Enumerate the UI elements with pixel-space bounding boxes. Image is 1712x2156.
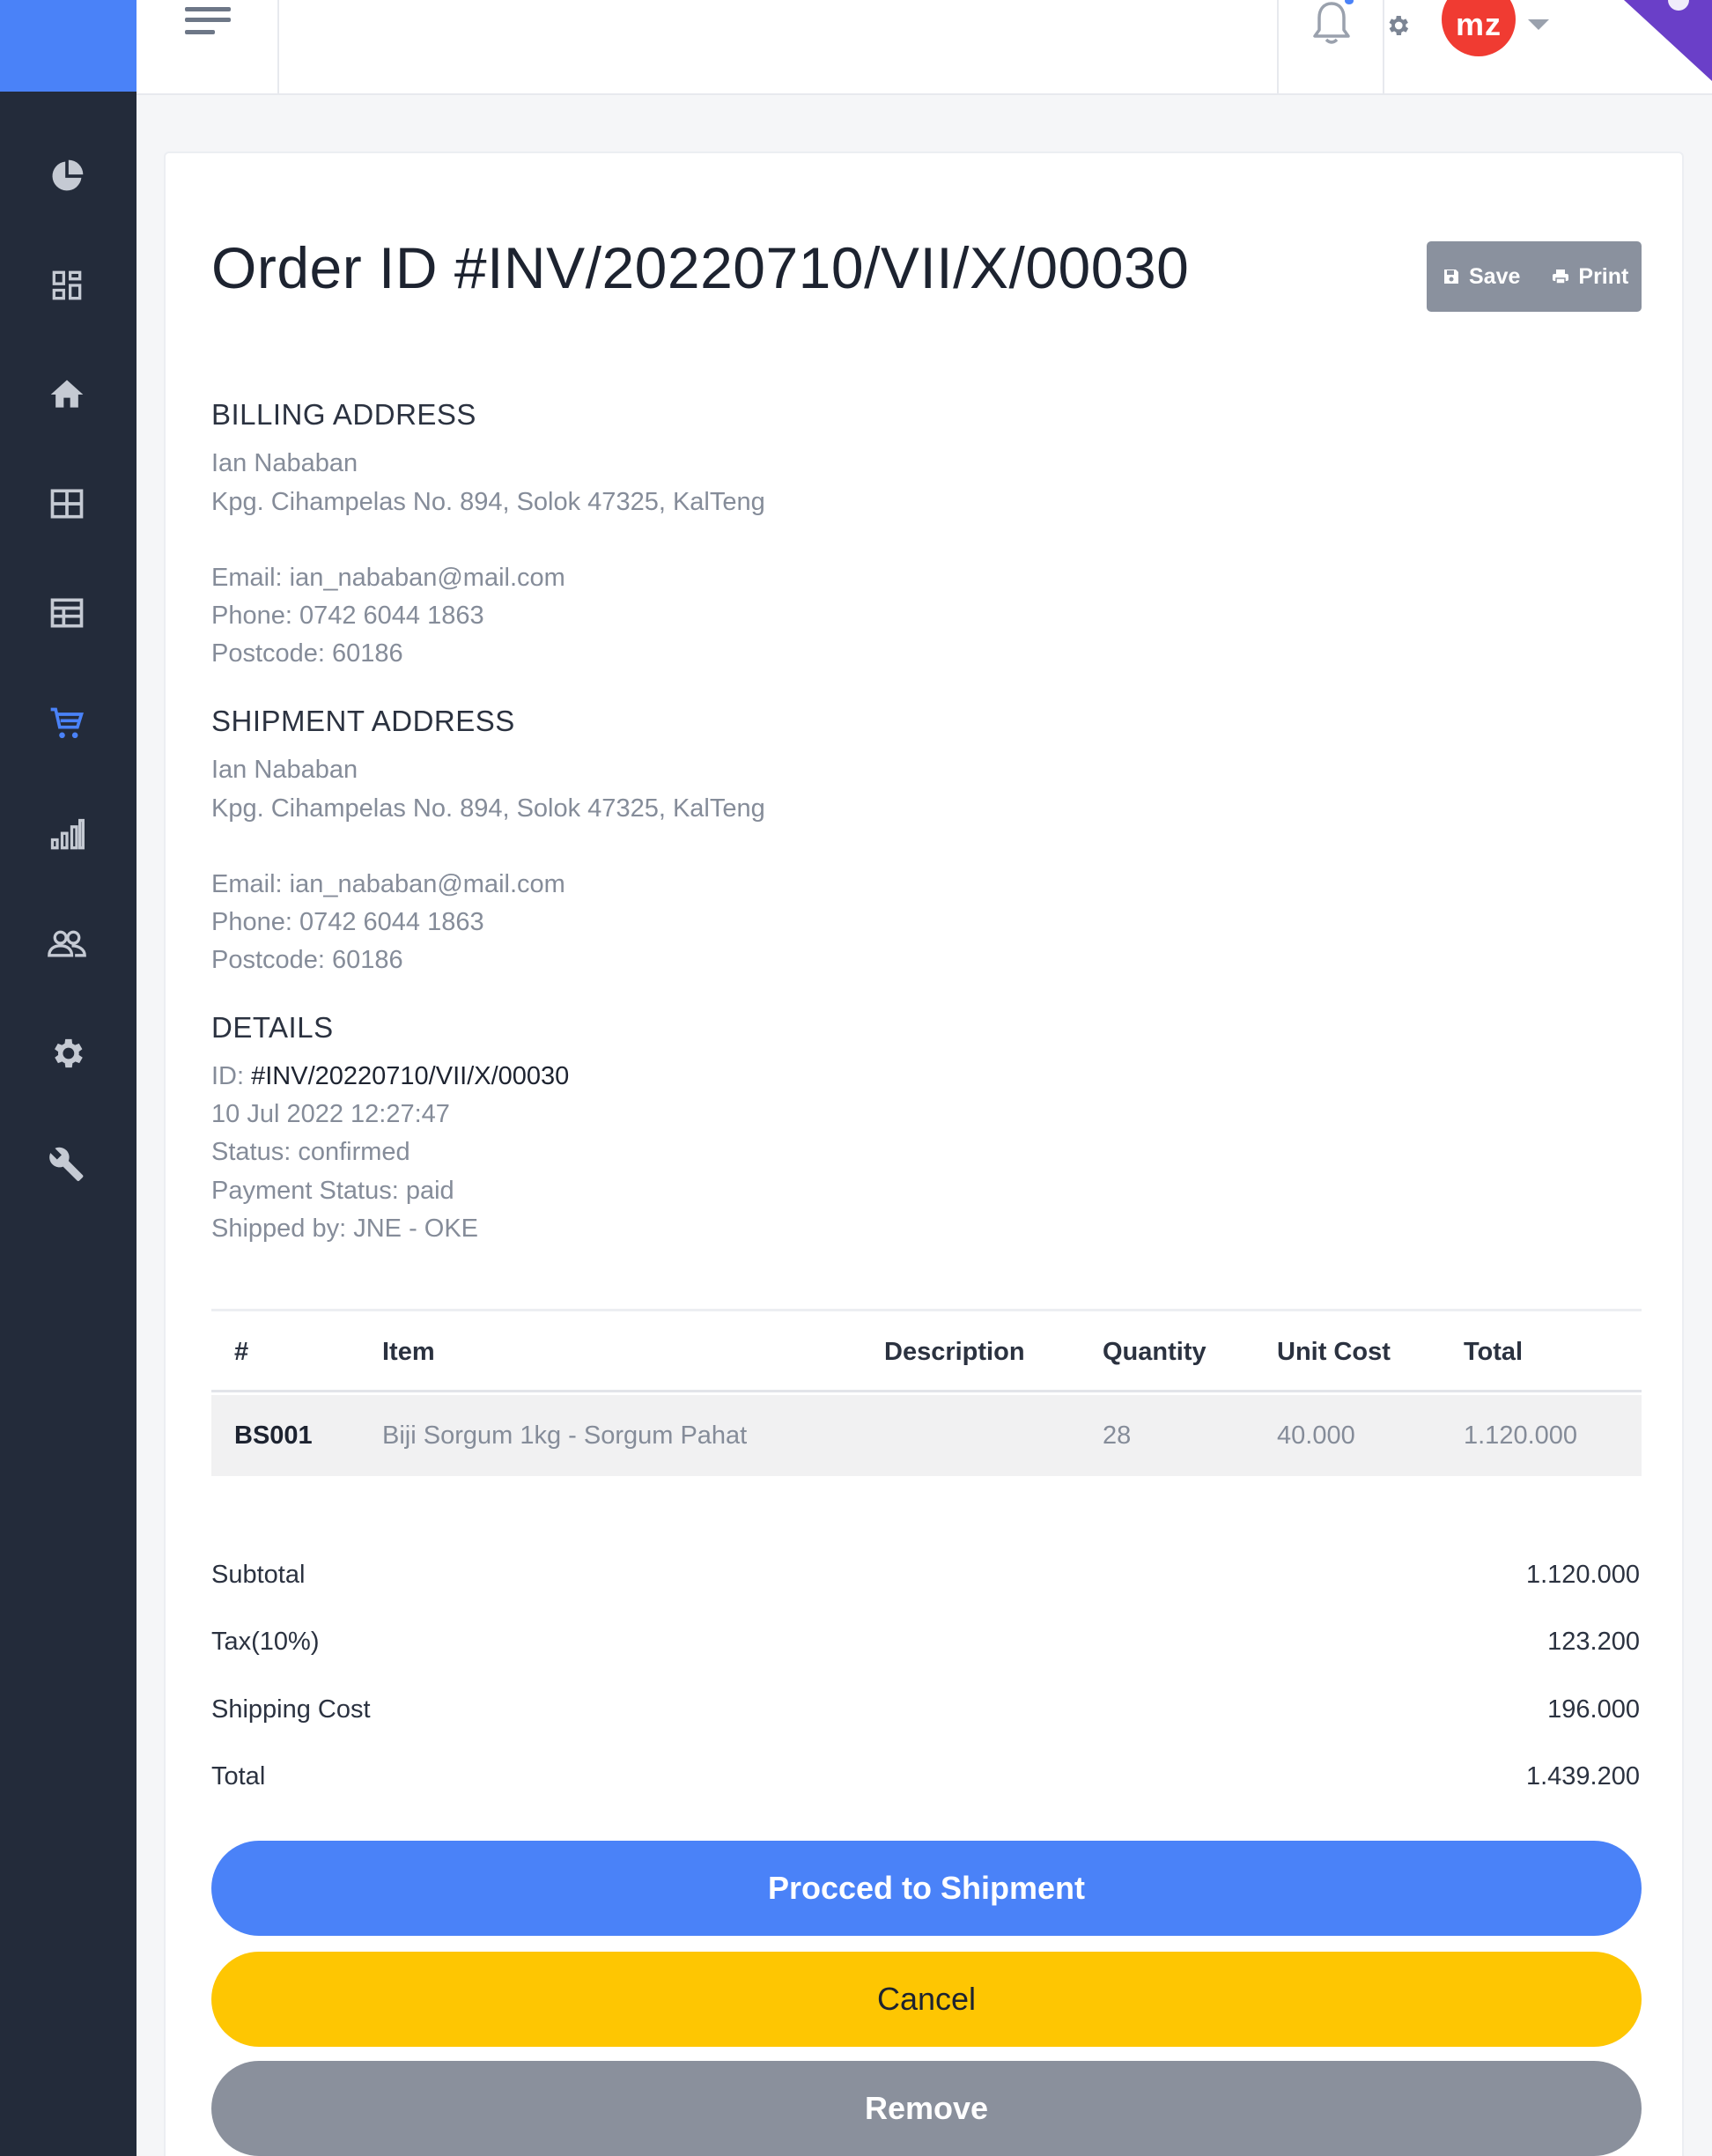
save-button[interactable]: Save bbox=[1443, 264, 1520, 290]
details-id: ID: #INV/20220710/VII/X/00030 bbox=[211, 1062, 569, 1091]
floppy-disk-icon bbox=[1444, 270, 1458, 284]
shipment-postcode: Postcode: 60186 bbox=[211, 946, 403, 974]
row-unit-cost: 40.000 bbox=[1277, 1421, 1355, 1450]
save-print-button-group: Save Print bbox=[1427, 241, 1642, 312]
billing-name: Ian Nababan bbox=[211, 449, 358, 477]
sidebar-item-grid[interactable] bbox=[44, 481, 90, 527]
save-label: Save bbox=[1469, 263, 1521, 289]
menu-toggle-button[interactable] bbox=[137, 0, 279, 93]
billing-email: Email: ian_nababan@mail.com bbox=[211, 564, 565, 592]
user-avatar[interactable]: mz bbox=[1442, 0, 1516, 56]
billing-address: Kpg. Cihampelas No. 894, Solok 47325, Ka… bbox=[211, 488, 765, 516]
total-label: Total bbox=[211, 1762, 266, 1791]
billing-phone: Phone: 0742 6044 1863 bbox=[211, 602, 484, 630]
total-value: 1.439.200 bbox=[1525, 1762, 1640, 1791]
cart-icon bbox=[50, 707, 84, 739]
column-header-unit-cost: Unit Cost bbox=[1277, 1338, 1391, 1366]
shipment-address-heading: SHIPMENT ADDRESS bbox=[211, 705, 515, 737]
column-header-description: Description bbox=[884, 1338, 1025, 1366]
row-total: 1.120.000 bbox=[1464, 1421, 1578, 1450]
shipment-phone: Phone: 0742 6044 1863 bbox=[211, 908, 484, 936]
table-row[interactable]: BS001 Biji Sorgum 1kg - Sorgum Pahat 28 … bbox=[211, 1395, 1642, 1476]
table-header: # Item Description Quantity Unit Cost To… bbox=[211, 1311, 1642, 1392]
sidebar-item-reports[interactable] bbox=[44, 812, 90, 858]
print-label: Print bbox=[1578, 263, 1629, 289]
print-button[interactable]: Print bbox=[1552, 264, 1628, 290]
column-header-item: Item bbox=[382, 1338, 435, 1366]
sidebar-item-home[interactable] bbox=[44, 372, 90, 417]
shipment-email: Email: ian_nababan@mail.com bbox=[211, 870, 565, 898]
column-header-number: # bbox=[234, 1338, 249, 1366]
details-status: Status: confirmed bbox=[211, 1138, 410, 1166]
sidebar-item-settings[interactable] bbox=[44, 1030, 90, 1076]
settings-gear-icon[interactable] bbox=[1384, 12, 1411, 39]
shipping-cost-value: 196.000 bbox=[1547, 1695, 1640, 1724]
details-datetime: 10 Jul 2022 12:27:47 bbox=[211, 1100, 450, 1128]
grid-icon bbox=[50, 489, 84, 519]
printer-icon bbox=[1553, 270, 1569, 284]
chevron-down-icon[interactable] bbox=[1528, 19, 1549, 30]
users-icon bbox=[48, 930, 86, 957]
tax-label: Tax(10%) bbox=[211, 1628, 320, 1656]
sidebar-item-dashboard[interactable] bbox=[44, 262, 90, 308]
notifications-button[interactable] bbox=[1277, 0, 1384, 93]
billing-address-heading: BILLING ADDRESS bbox=[211, 398, 476, 431]
page-title: Order ID #INV/20220710/VII/X/00030 bbox=[211, 235, 1190, 300]
cancel-button[interactable]: Cancel bbox=[211, 1952, 1642, 2047]
home-icon bbox=[50, 380, 84, 408]
gear-icon bbox=[55, 1038, 83, 1068]
sidebar bbox=[0, 92, 137, 2156]
remove-button[interactable]: Remove bbox=[211, 2061, 1642, 2156]
subtotal-label: Subtotal bbox=[211, 1561, 306, 1589]
order-card: Order ID #INV/20220710/VII/X/00030 Save … bbox=[164, 151, 1684, 2156]
shipment-address: Kpg. Cihampelas No. 894, Solok 47325, Ka… bbox=[211, 794, 765, 823]
shipping-cost-label: Shipping Cost bbox=[211, 1695, 371, 1724]
sidebar-item-analytics[interactable] bbox=[44, 153, 90, 199]
bell-icon bbox=[1313, 2, 1350, 44]
brand-logo-area[interactable] bbox=[0, 0, 137, 92]
subtotal-value: 1.120.000 bbox=[1525, 1561, 1640, 1589]
layout-icon bbox=[50, 598, 84, 628]
tax-value: 123.200 bbox=[1547, 1628, 1640, 1656]
shipment-name: Ian Nababan bbox=[211, 756, 358, 784]
details-id-label: ID: bbox=[211, 1062, 252, 1090]
menu-icon-line-3 bbox=[185, 30, 215, 34]
wrench-icon bbox=[49, 1147, 84, 1182]
row-quantity: 28 bbox=[1103, 1421, 1132, 1450]
details-heading: DETAILS bbox=[211, 1011, 334, 1044]
proceed-to-shipment-button[interactable]: Procced to Shipment bbox=[211, 1841, 1642, 1936]
column-header-quantity: Quantity bbox=[1103, 1338, 1207, 1366]
bar-chart-icon bbox=[50, 818, 85, 850]
sidebar-item-layout[interactable] bbox=[44, 590, 90, 636]
corner-ribbon-icon[interactable] bbox=[1624, 0, 1712, 81]
pie-chart-icon bbox=[52, 159, 84, 191]
details-id-value: #INV/20220710/VII/X/00030 bbox=[251, 1062, 570, 1090]
row-code: BS001 bbox=[234, 1421, 313, 1450]
sidebar-item-tools[interactable] bbox=[44, 1141, 90, 1187]
top-bar: mz bbox=[137, 0, 1712, 95]
details-shipped-by: Shipped by: JNE - OKE bbox=[211, 1215, 479, 1243]
sidebar-item-orders[interactable] bbox=[44, 701, 90, 747]
menu-icon-line-2 bbox=[185, 18, 231, 22]
details-payment-status: Payment Status: paid bbox=[211, 1177, 454, 1205]
column-header-total: Total bbox=[1464, 1338, 1524, 1366]
sidebar-item-users[interactable] bbox=[44, 921, 90, 967]
billing-postcode: Postcode: 60186 bbox=[211, 639, 403, 668]
app-root: mz Order ID #INV/20220710/VII/X/00030 Sa… bbox=[0, 0, 1712, 2156]
menu-icon bbox=[185, 7, 231, 11]
dashboard-icon bbox=[52, 270, 82, 300]
row-item: Biji Sorgum 1kg - Sorgum Pahat bbox=[382, 1421, 748, 1450]
